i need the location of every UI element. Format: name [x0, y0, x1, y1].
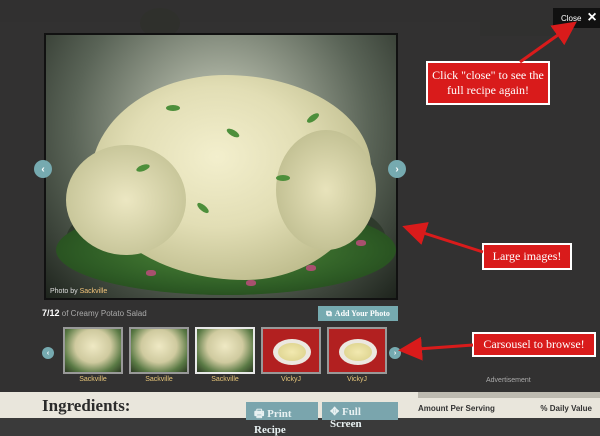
thumbnail-author: VickyJ — [346, 376, 368, 383]
callout-carousel: Carsousel to browse! — [472, 332, 596, 357]
print-icon: 🖶 — [254, 408, 268, 420]
expand-icon: ✥ — [330, 406, 342, 418]
thumbnail-item[interactable]: VickyJ — [327, 327, 387, 387]
chevron-right-icon: › — [395, 163, 399, 175]
nutrition-divider — [418, 392, 600, 398]
full-screen-button[interactable]: ✥ Full Screen — [322, 402, 398, 430]
carousel-next-button[interactable]: › — [389, 347, 401, 359]
callout-large-images: Large images! — [482, 243, 572, 270]
photo-count: 7/12 — [42, 308, 60, 318]
thumbnail-image — [327, 327, 387, 374]
advertisement-label: Advertisement — [486, 377, 531, 384]
thumbnail-author: Sackville — [79, 376, 107, 383]
nutrition-header: Amount Per Serving % Daily Value — [418, 404, 600, 413]
photo-credit: Photo by Sackville — [50, 288, 107, 295]
carousel-prev-button[interactable]: ‹ — [42, 347, 54, 359]
daily-value-label: % Daily Value — [540, 404, 592, 413]
amount-per-serving-label: Amount Per Serving — [418, 404, 495, 413]
thumbnail-item[interactable]: Sackville — [63, 327, 123, 387]
thumbnail-author: VickyJ — [280, 376, 302, 383]
thumbnail-author: Sackville — [145, 376, 173, 383]
chevron-left-icon: ‹ — [41, 163, 45, 175]
ingredients-heading: Ingredients: — [42, 396, 131, 415]
photo-counter: 7/12 of Creamy Potato Salad — [42, 308, 147, 318]
chevron-right-icon: › — [393, 349, 397, 357]
thumbnail-image — [129, 327, 189, 374]
close-icon[interactable]: × — [584, 9, 600, 27]
add-your-photo-button[interactable]: ⧉ Add Your Photo — [318, 306, 398, 321]
next-photo-button[interactable]: › — [388, 160, 406, 178]
thumbnail-item[interactable]: VickyJ — [261, 327, 321, 387]
photo-credit-prefix: Photo by — [50, 288, 78, 295]
callout-close: Click "close" to see the full recipe aga… — [426, 61, 550, 105]
previous-photo-button[interactable]: ‹ — [34, 160, 52, 178]
add-photo-label: Add Your Photo — [334, 309, 390, 318]
thumbnail-image — [63, 327, 123, 374]
photo-credit-author[interactable]: Sackville — [80, 288, 108, 295]
print-recipe-button[interactable]: 🖶 Print Recipe — [246, 402, 318, 436]
thumbnail-image — [195, 327, 255, 374]
camera-icon: ⧉ — [326, 308, 332, 318]
thumbnail-item[interactable]: Sackville — [195, 327, 255, 387]
main-photo: Photo by Sackville — [44, 33, 398, 300]
thumbnail-author: Sackville — [211, 376, 239, 383]
photo-counter-suffix: of Creamy Potato Salad — [61, 309, 147, 318]
thumbnail-image — [261, 327, 321, 374]
thumbnail-item[interactable]: Sackville — [129, 327, 189, 387]
close-label: Close — [561, 13, 582, 23]
chevron-left-icon: ‹ — [46, 349, 50, 357]
thumbnail-carousel: Sackville Sackville Sackville VickyJ Vic… — [63, 327, 387, 387]
